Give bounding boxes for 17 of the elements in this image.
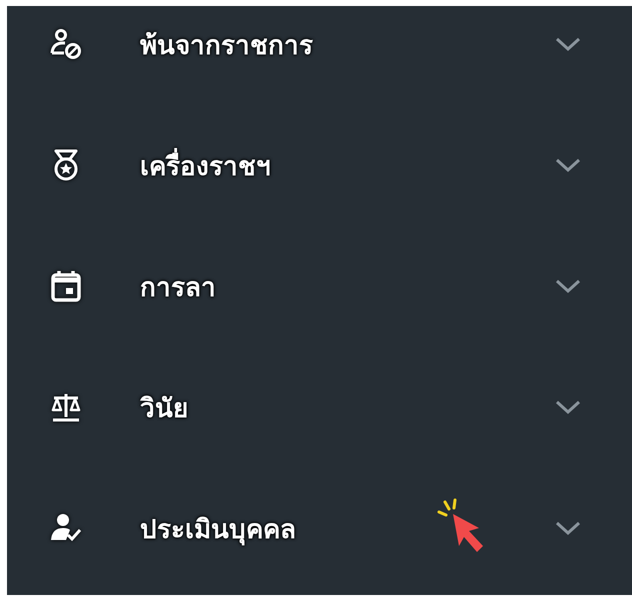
menu-item[interactable]: ประเมินบุคคล bbox=[7, 510, 632, 546]
menu-item-label: ประเมินบุคคล bbox=[140, 514, 296, 548]
chevron-down-icon[interactable] bbox=[554, 277, 582, 295]
menu-item-label: การลา bbox=[140, 272, 216, 304]
menu-item-label: พ้นจากราชการ bbox=[140, 30, 313, 62]
chevron-down-icon[interactable] bbox=[554, 398, 582, 416]
chevron-down-icon[interactable] bbox=[554, 156, 582, 174]
chevron-down-icon[interactable] bbox=[554, 35, 582, 53]
person-blocked-icon bbox=[49, 27, 83, 61]
chevron-down-icon[interactable] bbox=[554, 519, 582, 537]
menu-item[interactable]: วินัย bbox=[7, 389, 632, 425]
menu-item-label: เครื่องราชฯ bbox=[140, 144, 271, 186]
menu-item-label: วินัย bbox=[140, 392, 188, 426]
calendar-icon bbox=[49, 269, 83, 303]
menu-item[interactable]: เครื่องราชฯ bbox=[7, 147, 632, 183]
menu-item[interactable]: พ้นจากราชการ bbox=[7, 26, 632, 62]
menu-item[interactable]: การลา bbox=[7, 268, 632, 304]
